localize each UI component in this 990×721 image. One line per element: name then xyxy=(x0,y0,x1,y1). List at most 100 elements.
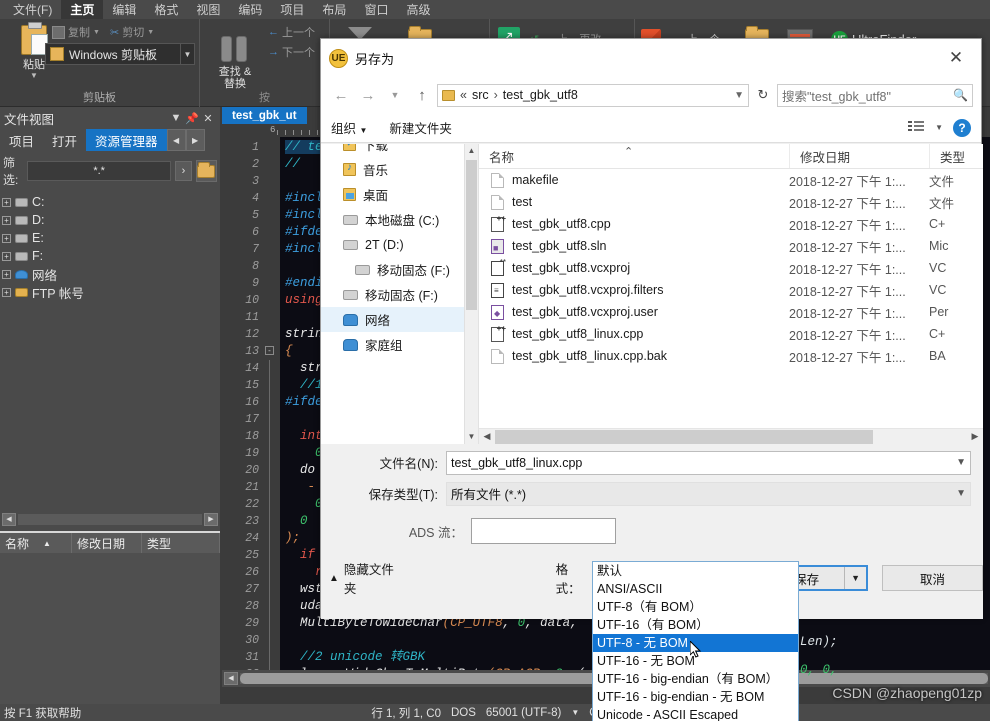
encoding-option-5[interactable]: UTF-16 - 无 BOM xyxy=(593,652,798,670)
scroll-thumb[interactable] xyxy=(495,429,873,444)
tab-project[interactable]: 项目 xyxy=(0,129,43,151)
fold-marker[interactable] xyxy=(264,258,280,275)
search-input[interactable]: 搜索"test_gbk_utf8" 🔍 xyxy=(777,83,973,107)
encoding-option-2[interactable]: UTF-8（有 BOM） xyxy=(593,598,798,616)
forward-icon[interactable]: → xyxy=(356,83,380,107)
recent-locations-icon[interactable]: ▼ xyxy=(383,83,407,107)
encoding-dropdown-list[interactable]: 默认 ANSI/ASCII UTF-8（有 BOM） UTF-16（有 BOM） UTF… xyxy=(592,561,799,721)
chevron-down-icon[interactable]: ▼ xyxy=(734,90,744,101)
fold-marker[interactable] xyxy=(264,428,280,445)
encoding-option-3[interactable]: UTF-16（有 BOM） xyxy=(593,616,798,634)
scroll-left-button[interactable]: ◀ xyxy=(479,431,495,442)
chevron-down-icon[interactable]: ▼ xyxy=(935,123,943,132)
column-header-date[interactable]: 修改日期 xyxy=(789,144,929,168)
close-icon[interactable]: ✕ xyxy=(939,48,973,68)
chevron-down-icon[interactable]: ▼ xyxy=(571,708,579,717)
scroll-thumb[interactable] xyxy=(466,160,477,310)
scroll-down-button[interactable]: ▼ xyxy=(465,430,478,444)
column-header-type[interactable]: 类型 xyxy=(929,144,983,168)
scroll-up-button[interactable]: ▲ xyxy=(465,144,478,158)
nav-item-7[interactable]: 移动固态 (F:) xyxy=(321,282,478,307)
chevron-down-icon[interactable]: ▼ xyxy=(10,71,58,80)
encoding-option-0[interactable]: 默认 xyxy=(593,562,798,580)
tree-item-ftp[interactable]: + FTP 帐号 xyxy=(2,283,220,301)
fold-marker[interactable] xyxy=(264,632,280,649)
tree-item-e[interactable]: + E: xyxy=(2,229,220,247)
back-icon[interactable]: ← xyxy=(329,83,353,107)
chevron-down-icon[interactable]: ▼ xyxy=(93,29,100,36)
expand-icon[interactable]: + xyxy=(2,269,11,279)
breadcrumb[interactable]: « src › test_gbk_utf8 ▼ xyxy=(437,83,749,107)
scroll-right-button[interactable]: ▶ xyxy=(204,512,218,526)
fold-marker[interactable] xyxy=(264,190,280,207)
fold-marker[interactable] xyxy=(264,173,280,190)
chevron-down-icon[interactable]: ▼ xyxy=(147,29,154,36)
clipboard-selector[interactable]: Windows 剪贴板 ▼ xyxy=(45,43,195,65)
fold-marker[interactable] xyxy=(264,530,280,547)
menu-item-format[interactable]: 格式 xyxy=(145,0,187,20)
save-dropdown-button[interactable]: ▼ xyxy=(844,567,866,589)
ads-input[interactable] xyxy=(471,518,616,544)
up-icon[interactable]: ↑ xyxy=(410,83,434,107)
nav-item-5[interactable]: 2T (D:) xyxy=(321,232,478,257)
expand-icon[interactable]: + xyxy=(2,233,11,243)
file-row[interactable]: test_gbk_utf8.cpp 2018-12-27 下午 1:... C+ xyxy=(479,213,983,235)
fold-marker[interactable] xyxy=(264,207,280,224)
file-row[interactable]: makefile 2018-12-27 下午 1:... 文件 xyxy=(479,169,983,191)
scroll-track[interactable] xyxy=(18,513,202,525)
expand-icon[interactable]: + xyxy=(2,215,11,225)
cancel-button[interactable]: 取消 xyxy=(882,565,983,591)
filename-input[interactable]: test_gbk_utf8_linux.cpp ▼ xyxy=(446,450,971,475)
menu-item-encoding[interactable]: 编码 xyxy=(229,0,271,20)
search-icon[interactable]: 🔍 xyxy=(953,88,968,102)
expand-icon[interactable]: + xyxy=(2,287,11,297)
fold-marker[interactable] xyxy=(264,462,280,479)
organize-button[interactable]: 组织 ▼ xyxy=(331,118,367,137)
nav-item-9[interactable]: 家庭组 xyxy=(321,332,478,357)
menu-item-advanced[interactable]: 高级 xyxy=(397,0,439,20)
menu-item-project[interactable]: 项目 xyxy=(271,0,313,20)
breadcrumb-part-current[interactable]: test_gbk_utf8 xyxy=(503,88,578,102)
editor-tab-active[interactable]: test_gbk_ut xyxy=(222,107,307,124)
tab-scroll-left-button[interactable]: ◀ xyxy=(166,129,186,151)
savetype-select[interactable]: 所有文件 (*.*) ▼ xyxy=(446,481,971,506)
file-row[interactable]: test_gbk_utf8.vcxproj.filters 2018-12-27 … xyxy=(479,279,983,301)
fold-marker[interactable] xyxy=(264,496,280,513)
file-row[interactable]: test_gbk_utf8.vcxproj.user 2018-12-27 下午 … xyxy=(479,301,983,323)
fold-marker[interactable] xyxy=(264,275,280,292)
menu-item-layout[interactable]: 布局 xyxy=(313,0,355,20)
browse-folder-button[interactable] xyxy=(195,160,217,182)
tab-scroll-right-button[interactable]: ▶ xyxy=(185,129,205,151)
fold-marker[interactable] xyxy=(264,292,280,309)
expand-icon[interactable]: + xyxy=(2,197,11,207)
tab-open[interactable]: 打开 xyxy=(43,129,86,151)
encoding-option-4[interactable]: UTF-8 - 无 BOM xyxy=(593,634,798,652)
fold-marker[interactable] xyxy=(264,360,280,377)
nav-item-8[interactable]: 网络 xyxy=(321,307,478,332)
menu-item-view[interactable]: 视图 xyxy=(187,0,229,20)
fold-marker[interactable] xyxy=(264,224,280,241)
pin-icon[interactable]: 📌 xyxy=(184,112,200,125)
column-header-type[interactable]: 类型 xyxy=(142,533,220,553)
menu-item-home[interactable]: 主页 xyxy=(61,0,104,20)
fold-marker[interactable] xyxy=(264,445,280,462)
hide-folders-toggle[interactable]: ▲ 隐藏文件夹 xyxy=(321,559,406,597)
tree-item-f[interactable]: + F: xyxy=(2,247,220,265)
scroll-track[interactable] xyxy=(495,429,967,444)
navigation-scrollbar[interactable]: ▲ ▼ xyxy=(464,144,478,444)
encoding-option-1[interactable]: ANSI/ASCII xyxy=(593,580,798,598)
code-fold-column[interactable]: - xyxy=(264,137,280,683)
encoding-option-6[interactable]: UTF-16 - big-endian（有 BOM） xyxy=(593,670,798,688)
file-row[interactable]: test_gbk_utf8.sln 2018-12-27 下午 1:... Mic xyxy=(479,235,983,257)
menu-item-window[interactable]: 窗口 xyxy=(355,0,397,20)
fold-marker[interactable] xyxy=(264,156,280,173)
status-eol[interactable]: DOS xyxy=(451,707,476,719)
nav-item-4[interactable]: 本地磁盘 (C:) xyxy=(321,207,478,232)
file-row[interactable]: test_gbk_utf8_linux.cpp 2018-12-27 下午 1:.… xyxy=(479,323,983,345)
filter-input[interactable] xyxy=(27,161,172,181)
fold-marker[interactable] xyxy=(264,581,280,598)
fold-marker[interactable] xyxy=(264,377,280,394)
fold-marker[interactable] xyxy=(264,564,280,581)
fold-marker[interactable] xyxy=(264,139,280,156)
cut-button[interactable]: ✂ 剪切 ▼ xyxy=(110,24,154,40)
